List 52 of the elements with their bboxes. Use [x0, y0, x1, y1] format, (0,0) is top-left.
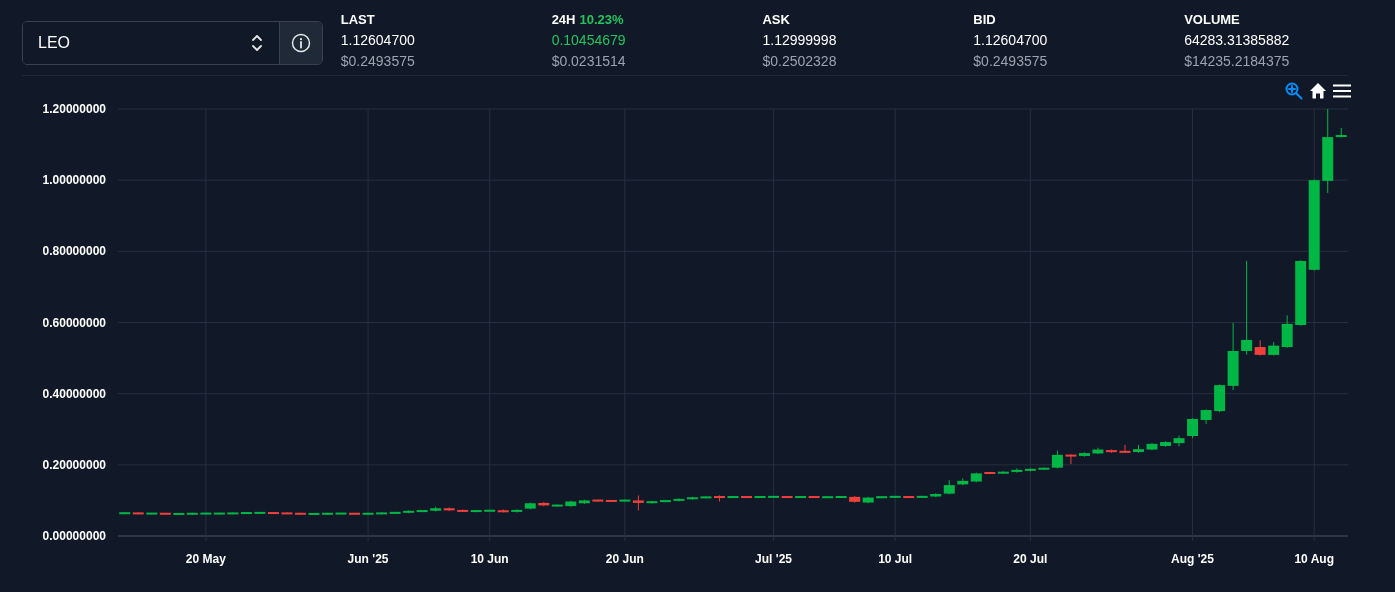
y-axis-label: 1.00000000 [42, 173, 106, 188]
x-axis-label: 20 Jul [1013, 552, 1048, 566]
candle [741, 495, 752, 499]
x-axis-label: 10 Aug [1294, 552, 1334, 566]
stat-value: 1.12604700 [340, 32, 416, 48]
candle [322, 512, 333, 516]
y-axis-label: 0.00000000 [42, 529, 106, 543]
y-axis-label: 0.20000000 [42, 457, 106, 472]
candle [727, 496, 739, 499]
candle [308, 512, 320, 516]
candle [335, 512, 347, 515]
change-percent: 10.23% [579, 12, 624, 27]
stat-label: LAST [340, 12, 375, 27]
zoom-in-icon[interactable] [1285, 81, 1303, 100]
stat-label: BID [973, 12, 996, 27]
y-axis-label: 1.20000000 [42, 102, 106, 116]
candle [970, 472, 982, 483]
candle [754, 496, 766, 499]
stat-usd-value: $0.2493575 [340, 53, 416, 69]
home-icon[interactable] [1309, 82, 1327, 99]
x-axis-label: Jun '25 [347, 552, 389, 566]
x-axis-label: 20 May [185, 552, 226, 566]
stat-value: 1.12604700 [973, 32, 1049, 48]
stat-usd-value: $0.2493575 [973, 53, 1049, 69]
candle [714, 494, 725, 502]
candle [849, 495, 861, 504]
candle [1295, 259, 1307, 327]
y-axis-label: 0.40000000 [42, 386, 106, 401]
candle [957, 477, 969, 486]
candle [1146, 442, 1158, 451]
candle [1200, 408, 1212, 425]
stat-label: VOLUME [1184, 12, 1240, 27]
x-axis-label: Jul '25 [755, 552, 792, 566]
x-axis-label: 10 Jun [470, 552, 509, 566]
stat-value: 0.10454679 [551, 32, 627, 48]
candle [1187, 417, 1199, 439]
y-axis-label: 0.60000000 [42, 315, 106, 330]
candle [1133, 444, 1144, 454]
stat-value: 1.12999998 [762, 32, 838, 48]
stat-usd-value: $0.0231514 [551, 53, 627, 69]
menu-icon[interactable] [1333, 83, 1351, 98]
x-axis-label: 20 Jun [605, 552, 644, 566]
stat-label: 24H [551, 12, 576, 27]
x-axis-label: Aug '25 [1171, 552, 1214, 566]
stat-usd-value: $0.2502328 [762, 53, 838, 69]
stat-label: ASK [762, 12, 790, 27]
stat-usd-value: $14235.2184375 [1184, 53, 1291, 69]
candle [700, 496, 712, 499]
x-axis-label: 10 Jul [878, 552, 913, 566]
candle [1119, 444, 1131, 454]
y-axis-label: 0.80000000 [42, 244, 106, 259]
stat-value: 64283.31385882 [1184, 32, 1291, 48]
